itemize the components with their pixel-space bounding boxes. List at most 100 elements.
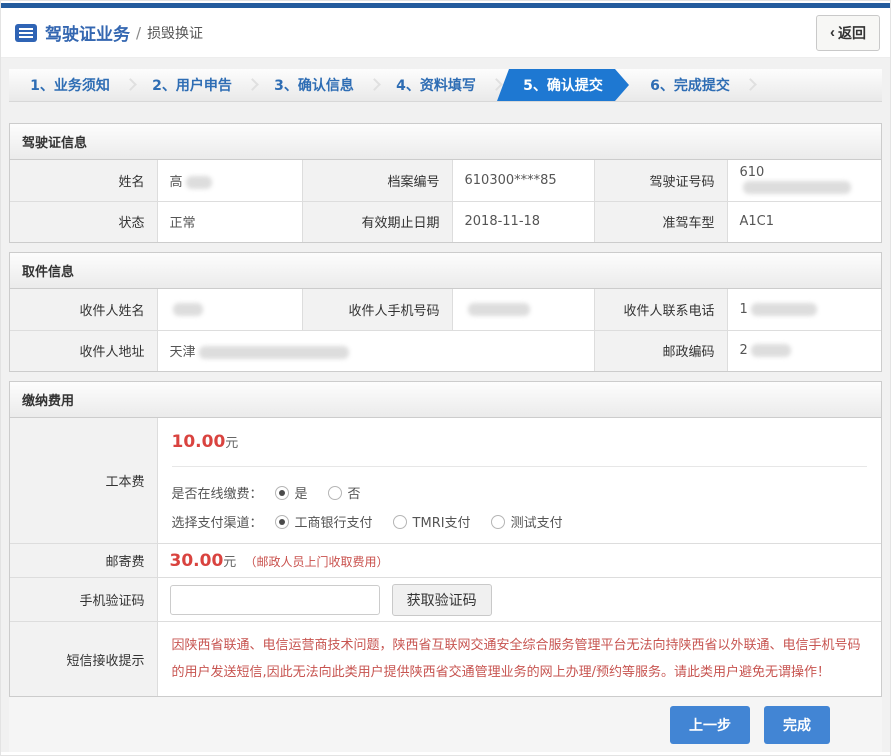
pickup-info-section: 取件信息 收件人姓名 收件人手机号码 收件人联系电话 1 收件人地址 天津 邮政… — [9, 252, 882, 372]
card-fee-amount: 10.00 — [172, 432, 226, 452]
radio-online-yes-label[interactable]: 是 — [295, 483, 308, 502]
mail-fee-cell: 30.00元 （邮政人员上门收取费用） — [157, 544, 881, 578]
page-title: 驾驶证业务 — [45, 20, 130, 45]
card-fee-cell: 10.00元 是否在线缴费： 是 否 选择支付渠道： 工商银行支付 — [157, 418, 881, 544]
step-separator-icon — [490, 78, 503, 91]
license-info-section: 驾驶证信息 姓名 高 档案编号 610300****85 驾驶证号码 610 状… — [9, 123, 882, 243]
step-6-complete-submit[interactable]: 6、完成提交 — [629, 69, 751, 101]
license-business-icon — [15, 24, 37, 42]
field-value-license-number: 610 — [727, 160, 881, 201]
field-value-vehicle-class: A1C1 — [727, 201, 881, 242]
field-value-recipient-phone: 1 — [727, 289, 881, 330]
field-label: 姓名 — [10, 160, 157, 201]
divider — [172, 466, 868, 467]
radio-channel-test-label[interactable]: 测试支付 — [511, 512, 563, 531]
mail-fee-amount: 30.00 — [170, 551, 224, 571]
field-value-recipient-mobile — [452, 289, 594, 330]
page: 驾驶证业务 / 损毁换证 ‹ 返回 1、业务须知 2、用户申告 3、确认信息 4… — [0, 0, 891, 756]
sms-code-cell: 获取验证码 — [157, 578, 881, 622]
step-5-confirm-submit-active[interactable]: 5、确认提交 — [497, 69, 629, 101]
field-label: 收件人联系电话 — [594, 289, 727, 330]
redacted-value — [743, 181, 851, 194]
field-label: 邮政编码 — [594, 330, 727, 371]
table-row: 收件人姓名 收件人手机号码 收件人联系电话 1 — [10, 289, 881, 330]
previous-step-button[interactable]: 上一步 — [670, 706, 750, 744]
finish-button[interactable]: 完成 — [764, 706, 830, 744]
pay-channel-row: 选择支付渠道： 工商银行支付 TMRI支付 测试支付 — [172, 512, 868, 531]
field-value-postal-code: 2 — [727, 330, 881, 371]
redacted-value — [173, 303, 203, 316]
redacted-value — [199, 346, 349, 359]
pay-channel-label: 选择支付渠道： — [172, 512, 263, 531]
field-label: 档案编号 — [302, 160, 452, 201]
redacted-value — [468, 303, 530, 316]
field-label: 状态 — [10, 201, 157, 242]
fees-table: 工本费 10.00元 是否在线缴费： 是 否 — [10, 418, 881, 696]
license-info-title: 驾驶证信息 — [10, 124, 881, 160]
field-label: 工本费 — [10, 418, 157, 544]
redacted-value — [751, 344, 791, 357]
online-pay-label: 是否在线缴费： — [172, 483, 263, 502]
radio-channel-tmri-label[interactable]: TMRI支付 — [413, 512, 471, 531]
radio-channel-test[interactable] — [491, 515, 505, 529]
mail-fee-note: （邮政人员上门收取费用） — [244, 555, 388, 569]
radio-channel-tmri[interactable] — [393, 515, 407, 529]
fees-section: 缴纳费用 工本费 10.00元 是否在线缴费： 是 — [9, 381, 882, 697]
sms-notice-text: 因陕西省联通、电信运营商技术问题，陕西省互联网交通安全综合服务管理平台无法向持陕… — [172, 632, 868, 686]
table-row: 手机验证码 获取验证码 — [10, 578, 881, 622]
field-value-file-number: 610300****85 — [452, 160, 594, 201]
license-info-table: 姓名 高 档案编号 610300****85 驾驶证号码 610 状态 正常 有… — [10, 160, 881, 242]
field-label: 邮寄费 — [10, 544, 157, 578]
breadcrumb-separator: / — [136, 24, 141, 42]
fees-title: 缴纳费用 — [10, 382, 881, 418]
step-2-user-declaration[interactable]: 2、用户申告 — [131, 69, 253, 101]
breadcrumb: 驾驶证业务 / 损毁换证 — [15, 20, 203, 45]
page-header: 驾驶证业务 / 损毁换证 ‹ 返回 — [1, 8, 890, 58]
radio-channel-icbc-label[interactable]: 工商银行支付 — [295, 512, 373, 531]
redacted-value — [186, 176, 212, 189]
sms-code-input[interactable] — [170, 585, 380, 615]
field-value-name: 高 — [157, 160, 302, 201]
field-value-expiry-date: 2018-11-18 — [452, 201, 594, 242]
step-3-confirm-info[interactable]: 3、确认信息 — [253, 69, 375, 101]
footer-actions: 上一步 完成 — [9, 697, 882, 752]
step-bar-filler — [751, 69, 882, 101]
field-label: 收件人地址 — [10, 330, 157, 371]
field-label: 短信接收提示 — [10, 622, 157, 697]
table-row: 短信接收提示 因陕西省联通、电信运营商技术问题，陕西省互联网交通安全综合服务管理… — [10, 622, 881, 697]
step-progress-bar: 1、业务须知 2、用户申告 3、确认信息 4、资料填写 5、确认提交 6、完成提… — [9, 69, 882, 102]
table-row: 姓名 高 档案编号 610300****85 驾驶证号码 610 — [10, 160, 881, 201]
chevron-left-icon: ‹ — [830, 25, 835, 40]
online-pay-row: 是否在线缴费： 是 否 — [172, 483, 868, 502]
radio-channel-icbc[interactable] — [275, 515, 289, 529]
card-fee-amount-line: 10.00元 — [172, 432, 868, 452]
radio-online-yes[interactable] — [275, 486, 289, 500]
sms-notice-cell: 因陕西省联通、电信运营商技术问题，陕西省互联网交通安全综合服务管理平台无法向持陕… — [157, 622, 881, 697]
table-row: 工本费 10.00元 是否在线缴费： 是 否 — [10, 418, 881, 544]
mail-fee-unit: 元 — [223, 555, 236, 570]
page-subtitle: 损毁换证 — [147, 23, 203, 43]
field-label: 手机验证码 — [10, 578, 157, 622]
field-label: 收件人手机号码 — [302, 289, 452, 330]
radio-online-no-label[interactable]: 否 — [348, 483, 361, 502]
card-fee-unit: 元 — [225, 436, 238, 451]
pickup-info-title: 取件信息 — [10, 253, 881, 289]
get-code-button[interactable]: 获取验证码 — [392, 584, 492, 616]
radio-online-no[interactable] — [328, 486, 342, 500]
back-button[interactable]: ‹ 返回 — [816, 15, 880, 51]
field-label: 驾驶证号码 — [594, 160, 727, 201]
step-4-fill-data[interactable]: 4、资料填写 — [375, 69, 497, 101]
back-button-label: 返回 — [838, 23, 866, 43]
table-row: 邮寄费 30.00元 （邮政人员上门收取费用） — [10, 544, 881, 578]
field-value-recipient-name — [157, 289, 302, 330]
step-1-business-notice[interactable]: 1、业务须知 — [9, 69, 131, 101]
field-label: 有效期止日期 — [302, 201, 452, 242]
main-area: 1、业务须知 2、用户申告 3、确认信息 4、资料填写 5、确认提交 6、完成提… — [1, 58, 890, 752]
field-label: 准驾车型 — [594, 201, 727, 242]
field-label: 收件人姓名 — [10, 289, 157, 330]
field-value-recipient-address: 天津 — [157, 330, 594, 371]
table-row: 状态 正常 有效期止日期 2018-11-18 准驾车型 A1C1 — [10, 201, 881, 242]
field-value-status: 正常 — [157, 201, 302, 242]
pickup-info-table: 收件人姓名 收件人手机号码 收件人联系电话 1 收件人地址 天津 邮政编码 2 — [10, 289, 881, 371]
table-row: 收件人地址 天津 邮政编码 2 — [10, 330, 881, 371]
